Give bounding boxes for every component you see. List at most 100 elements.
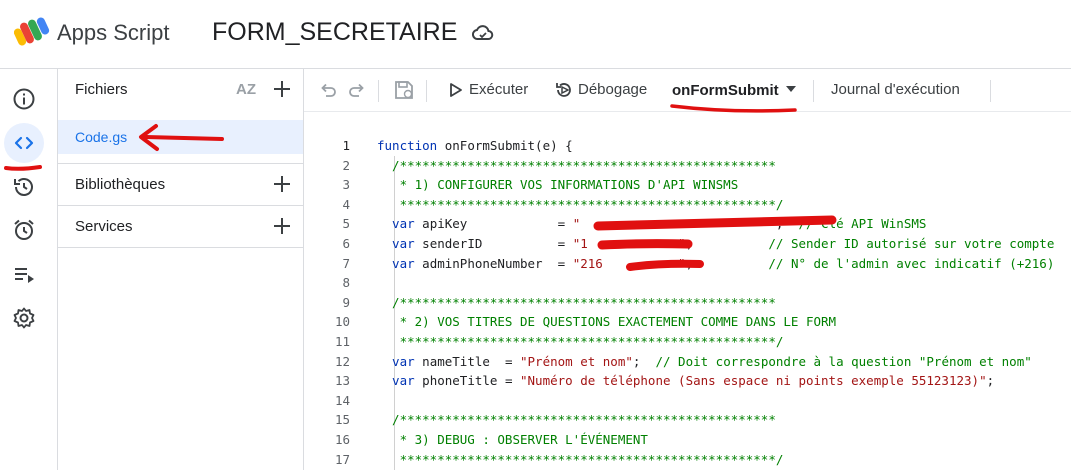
code-line[interactable]: /***************************************… [377, 158, 776, 173]
code-line[interactable]: /***************************************… [377, 295, 776, 310]
services-label: Services [75, 218, 133, 235]
sort-az-icon[interactable]: AZ [236, 81, 256, 98]
left-nav-rail [0, 69, 58, 470]
line-number: 8 [342, 275, 350, 291]
project-title[interactable]: FORM_SECRETAIRE [212, 18, 457, 47]
executions-icon[interactable] [12, 262, 36, 286]
code-token: ****************************************… [377, 196, 784, 212]
info-icon[interactable] [12, 87, 36, 111]
save-project-icon[interactable] [393, 79, 415, 101]
code-token: ; [685, 236, 769, 251]
code-token: " " [572, 216, 776, 232]
code-line[interactable]: * 3) DEBUG : OBSERVER L'ÉVÉNEMENT [377, 432, 648, 447]
execution-log-button[interactable]: Journal d'exécution [831, 81, 960, 98]
code-token: /***************************************… [377, 412, 776, 428]
line-number: 7 [342, 255, 350, 271]
function-selector[interactable]: onFormSubmit [672, 82, 779, 99]
line-number: 6 [342, 236, 350, 251]
code-editor[interactable]: 1 2 3 4 5 6 7 8 9 10 11 12 13 14 15 16 17 function onFor… [304, 112, 1071, 470]
run-play-icon[interactable] [449, 82, 463, 98]
code-token: ; [775, 216, 799, 232]
code-line[interactable]: var nameTitle = "Prénom et nom"; // Doit… [377, 354, 1032, 369]
redo-icon[interactable] [347, 80, 367, 100]
apps-script-logo-icon[interactable] [14, 16, 50, 50]
code-line[interactable]: ****************************************… [377, 196, 784, 212]
code-icon[interactable] [12, 131, 36, 155]
code-token: "1 " [572, 236, 686, 251]
code-token: // N° de l'admin avec indicatif (+216) [768, 255, 1055, 271]
code-line[interactable]: var phoneTitle = "Numéro de téléphone (S… [377, 373, 994, 388]
code-token: ; [685, 255, 769, 271]
code-token: ****************************************… [377, 451, 784, 467]
code-token: * 2) VOS TITRES DE QUESTIONS EXACTEMENT … [377, 314, 837, 330]
divider [58, 247, 303, 248]
code-token: * 1) CONFIGURER VOS INFORMATIONS D'API W… [377, 177, 739, 193]
code-line[interactable]: /***************************************… [377, 412, 776, 427]
code-token: ****************************************… [377, 334, 784, 349]
code-line[interactable]: var senderID = "1 "; // Sender ID autori… [377, 236, 1054, 251]
code-token: var [377, 353, 415, 369]
line-number: 11 [334, 334, 350, 349]
files-panel: Fichiers AZ Code.gs Bibliothèques Servic… [58, 69, 304, 470]
line-number: 17 [334, 451, 350, 467]
line-number: 5 [342, 216, 350, 232]
code-token: var [377, 236, 415, 251]
code-token: onFormSubmit(e) { [437, 138, 573, 153]
add-file-plus-icon[interactable] [271, 78, 293, 100]
code-line[interactable]: var adminPhoneNumber = "216 "; // N° de … [377, 256, 1054, 271]
code-token: nameTitle = [414, 353, 520, 369]
code-line[interactable]: var apiKey = " "; // Clé API WinSMS [377, 216, 926, 231]
code-token: phoneTitle = [414, 373, 520, 389]
code-token: * 3) DEBUG : OBSERVER L'ÉVÉNEMENT [377, 432, 648, 447]
code-line[interactable]: * 1) CONFIGURER VOS INFORMATIONS D'API W… [377, 177, 739, 193]
code-token: var [377, 216, 415, 232]
code-token: // Doit correspondre à la question "Prén… [655, 353, 1032, 369]
code-token: // Clé API WinSMS [798, 216, 927, 232]
code-token: "Prénom et nom" [520, 353, 633, 369]
line-number-gutter: 1 2 3 4 5 6 7 8 9 10 11 12 13 14 15 16 17 [304, 112, 364, 470]
app-name: Apps Script [57, 20, 170, 45]
line-number: 1 [342, 138, 350, 153]
services-section: Services [58, 206, 303, 248]
code-line[interactable]: function onFormSubmit(e) { [377, 138, 573, 153]
alarm-clock-icon[interactable] [12, 218, 36, 242]
code-token: ; [986, 373, 995, 389]
toolbar-separator [990, 80, 991, 102]
code-line[interactable]: ****************************************… [377, 451, 784, 467]
toolbar-separator [378, 80, 379, 102]
libraries-label: Bibliothèques [75, 176, 166, 193]
cloud-sync-icon [472, 25, 494, 40]
code-token: "Numéro de téléphone (Sans espace ni poi… [520, 373, 987, 389]
add-library-plus-icon[interactable] [271, 173, 293, 195]
file-name: Code.gs [75, 129, 128, 145]
file-item-code-gs[interactable]: Code.gs [58, 120, 303, 154]
line-number: 9 [342, 294, 350, 310]
run-button[interactable]: Exécuter [469, 81, 528, 98]
code-token: function [377, 138, 438, 153]
code-token: adminPhoneNumber = [414, 255, 573, 271]
code-line[interactable]: * 2) VOS TITRES DE QUESTIONS EXACTEMENT … [377, 314, 837, 330]
code-token: apiKey = [414, 216, 573, 232]
line-number: 2 [342, 157, 350, 173]
history-icon[interactable] [12, 175, 36, 199]
debug-icon[interactable] [554, 80, 574, 100]
code-line[interactable]: ****************************************… [377, 334, 784, 349]
code-token: /***************************************… [377, 294, 776, 310]
line-number: 15 [334, 412, 350, 428]
toolbar-separator [813, 80, 814, 102]
line-number: 14 [334, 392, 350, 408]
editor-toolbar: Exécuter Débogage onFormSubmit Journal d… [304, 69, 1071, 112]
debug-button[interactable]: Débogage [578, 81, 647, 98]
code-token: ; [632, 353, 656, 369]
add-service-plus-icon[interactable] [271, 215, 293, 237]
code-token: /***************************************… [377, 157, 776, 173]
line-number: 12 [334, 353, 350, 369]
files-title: Fichiers [75, 81, 128, 98]
chevron-down-icon[interactable] [785, 85, 797, 93]
line-number: 16 [334, 432, 350, 447]
settings-gear-icon[interactable] [12, 306, 36, 330]
toolbar-separator [426, 80, 427, 102]
undo-icon[interactable] [318, 80, 338, 100]
line-number: 4 [342, 196, 350, 212]
code-area[interactable]: function onFormSubmit(e) { /************… [377, 112, 1071, 470]
